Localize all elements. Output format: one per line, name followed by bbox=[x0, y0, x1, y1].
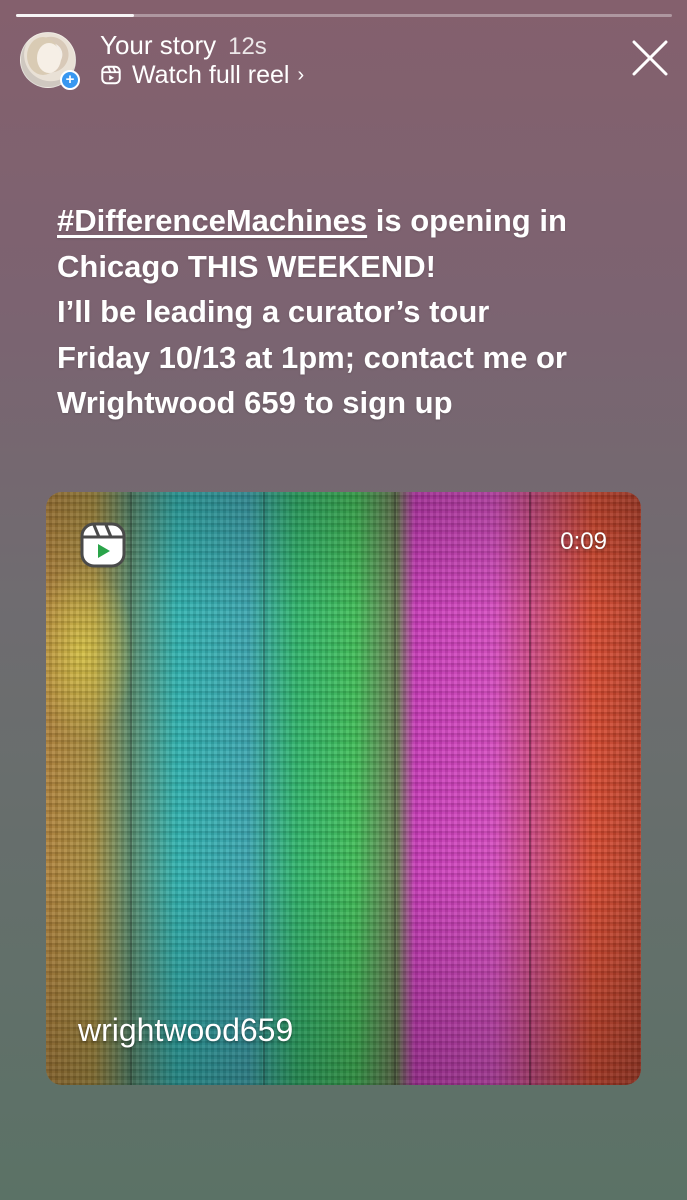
story-title-line: Your story 12s bbox=[100, 30, 267, 62]
caption-line-1: #DifferenceMachines is opening in bbox=[57, 198, 657, 244]
reel-username[interactable]: wrightwood659 bbox=[78, 1012, 293, 1049]
caption-line-1-text: is opening in bbox=[367, 203, 567, 238]
add-story-badge[interactable]: + bbox=[60, 70, 80, 90]
caption-line-5: Wrightwood 659 to sign up bbox=[57, 385, 453, 420]
watch-full-reel-label: Watch full reel bbox=[132, 61, 290, 89]
profile-avatar[interactable]: + bbox=[20, 32, 80, 90]
story-header: + Your story 12s Watch full reel › bbox=[20, 30, 670, 92]
story-progress-bar bbox=[16, 14, 672, 17]
chevron-right-icon: › bbox=[297, 64, 305, 86]
reel-thumbnail-shade bbox=[46, 492, 641, 1085]
story-caption: #DifferenceMachines is opening in Chicag… bbox=[57, 198, 657, 426]
reels-icon bbox=[80, 522, 126, 568]
caption-line-3: I’ll be leading a curator’s tour bbox=[57, 294, 490, 329]
story-owner-name[interactable]: Your story bbox=[100, 30, 216, 60]
reel-duration: 0:09 bbox=[560, 528, 607, 555]
caption-line-2: Chicago THIS WEEKEND! bbox=[57, 248, 436, 284]
close-icon[interactable] bbox=[630, 38, 670, 78]
story-timestamp: 12s bbox=[228, 33, 267, 60]
hashtag-link[interactable]: #DifferenceMachines bbox=[57, 203, 367, 238]
shared-reel-card[interactable]: 0:09 wrightwood659 bbox=[46, 492, 641, 1085]
story-viewer[interactable]: + Your story 12s Watch full reel › #Diffe… bbox=[0, 0, 687, 1200]
watch-full-reel-link[interactable]: Watch full reel › bbox=[100, 60, 304, 90]
reels-icon bbox=[101, 65, 121, 85]
caption-line-4: Friday 10/13 at 1pm; contact me or bbox=[57, 339, 567, 375]
story-progress-fill bbox=[16, 14, 135, 17]
